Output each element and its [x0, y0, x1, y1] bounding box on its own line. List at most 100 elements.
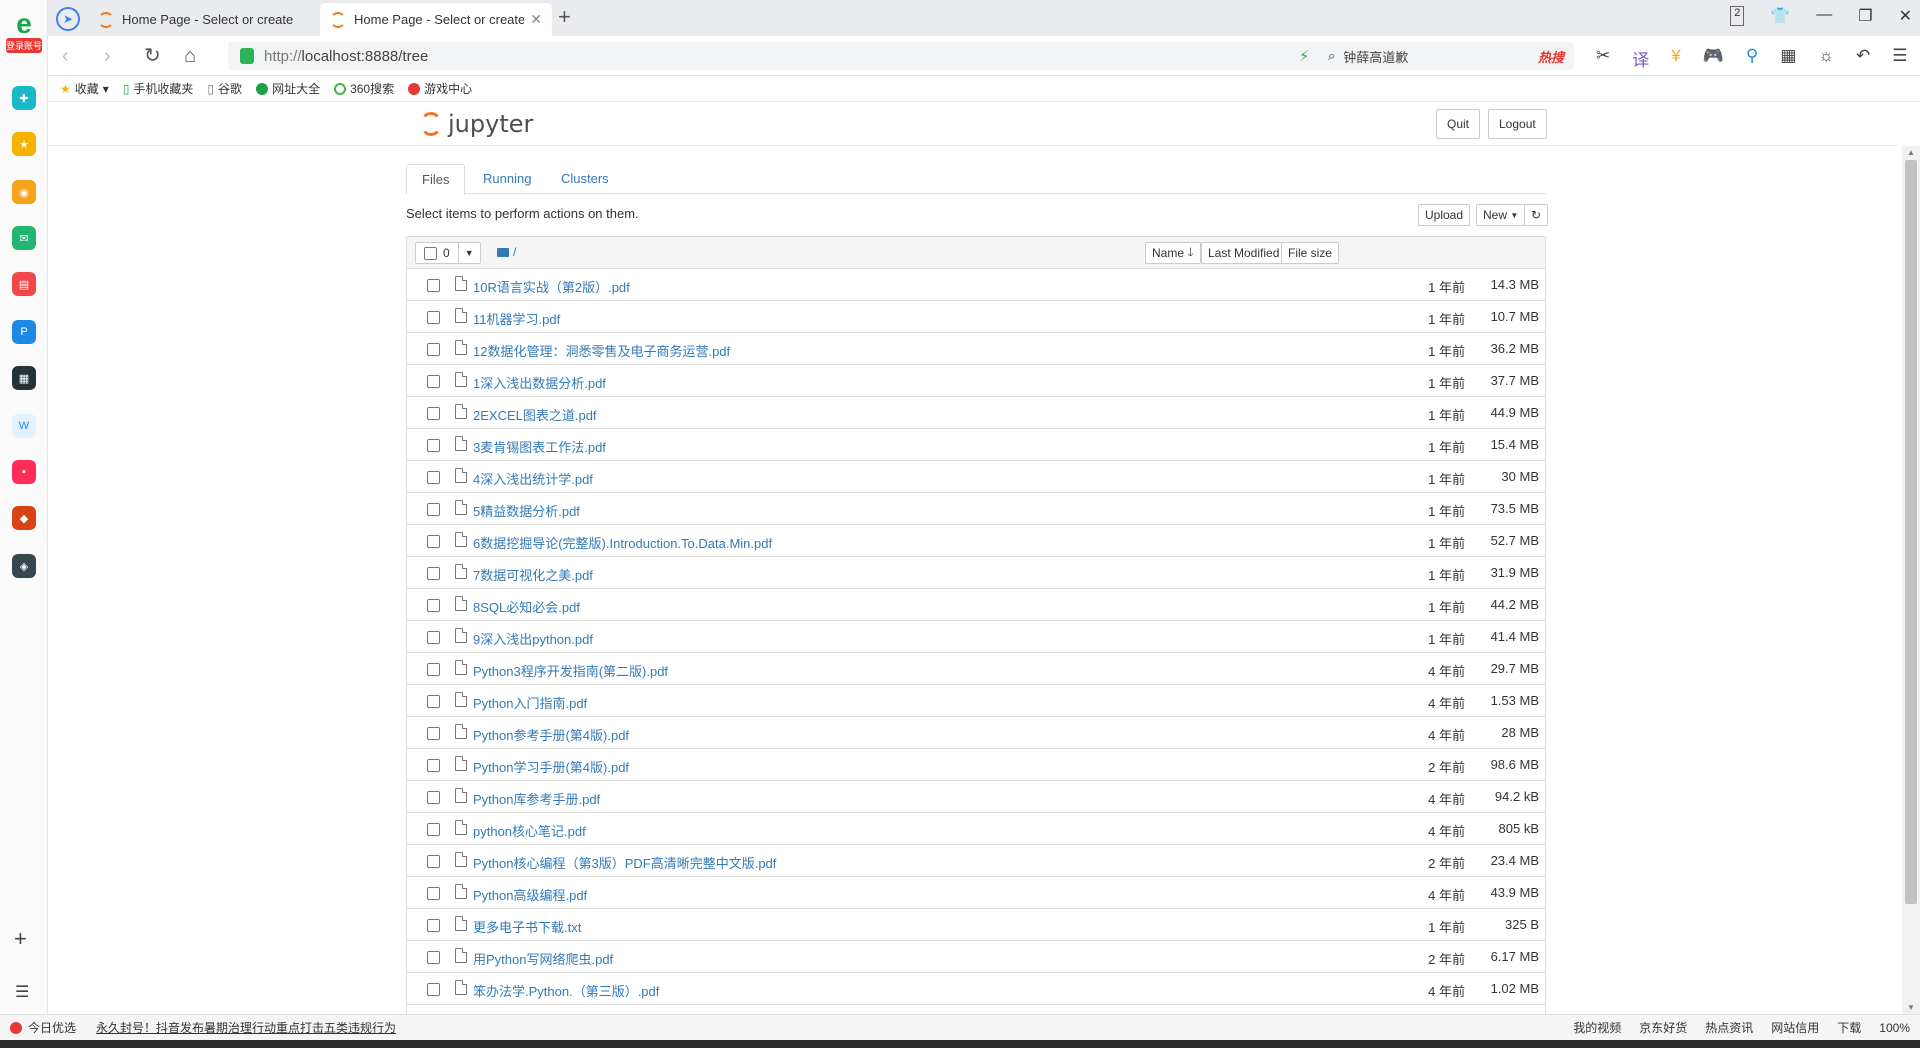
- breadcrumb[interactable]: /: [497, 245, 516, 259]
- search-input[interactable]: ⌕ 钟薛高道歉 热搜: [1318, 42, 1574, 70]
- file-checkbox[interactable]: [427, 663, 440, 676]
- menu-icon[interactable]: ☰: [1892, 46, 1907, 71]
- file-name-link[interactable]: 8SQL必知必会.pdf: [473, 597, 580, 616]
- select-all-checkbox[interactable]: 0: [416, 243, 459, 263]
- forward-icon[interactable]: ›: [104, 46, 111, 66]
- url-input[interactable]: http:// localhost:8888/tree ⚡ ⌄: [228, 42, 1344, 70]
- file-checkbox[interactable]: [427, 535, 440, 548]
- login-tag[interactable]: 登录账号: [6, 38, 42, 53]
- file-checkbox[interactable]: [427, 407, 440, 420]
- file-row[interactable]: 3麦肯锡图表工作法.pdf 1 年前 15.4 MB: [407, 429, 1545, 461]
- file-row[interactable]: 2EXCEL图表之道.pdf 1 年前 44.9 MB: [407, 397, 1545, 429]
- close-window-icon[interactable]: ✕: [1899, 6, 1912, 26]
- brightness-icon[interactable]: ☼: [1818, 46, 1834, 71]
- file-row[interactable]: Python高级编程.pdf 4 年前 43.9 MB: [407, 877, 1545, 909]
- tab-files[interactable]: Files: [406, 164, 466, 195]
- page-scrollbar[interactable]: ▲ ▼: [1902, 146, 1920, 1014]
- file-name-link[interactable]: 更多电子书下载.txt: [473, 917, 581, 936]
- file-name-link[interactable]: Python3程序开发指南(第二版).pdf: [473, 661, 668, 680]
- bookmark-games[interactable]: 游戏中心: [408, 80, 472, 97]
- file-name-link[interactable]: 2EXCEL图表之道.pdf: [473, 405, 597, 424]
- file-name-link[interactable]: Python学习手册(第4版).pdf: [473, 757, 629, 776]
- sort-name-button[interactable]: Name 🡓: [1145, 242, 1201, 264]
- tab-running[interactable]: Running: [468, 164, 546, 194]
- pdf-app-icon[interactable]: P: [12, 320, 36, 344]
- status-my-videos[interactable]: 我的视频: [1573, 1019, 1621, 1036]
- file-name-link[interactable]: 6数据挖掘导论(完整版).Introduction.To.Data.Min.pd…: [473, 533, 772, 552]
- file-checkbox[interactable]: [427, 791, 440, 804]
- file-name-link[interactable]: Python库参考手册.pdf: [473, 789, 600, 808]
- bookmark-sites[interactable]: 网址大全: [256, 80, 320, 97]
- file-row[interactable]: 用Python写网络爬虫.pdf 2 年前 6.17 MB: [407, 941, 1545, 973]
- file-checkbox[interactable]: [427, 887, 440, 900]
- file-checkbox[interactable]: [427, 343, 440, 356]
- tab-clusters[interactable]: Clusters: [546, 164, 624, 194]
- file-name-link[interactable]: 11机器学习.pdf: [473, 309, 560, 328]
- scroll-up-icon[interactable]: ▲: [1907, 148, 1915, 157]
- quit-button[interactable]: Quit: [1436, 109, 1481, 139]
- grid-icon[interactable]: ▦: [1780, 46, 1796, 71]
- bookmark-mobile[interactable]: ▯ 手机收藏夹: [123, 80, 194, 97]
- file-row[interactable]: 5精益数据分析.pdf 1 年前 73.5 MB: [407, 493, 1545, 525]
- file-checkbox[interactable]: [427, 439, 440, 452]
- file-checkbox[interactable]: [427, 599, 440, 612]
- bookmark-google[interactable]: ▯ 谷歌: [207, 80, 242, 97]
- file-row[interactable]: 6数据挖掘导论(完整版).Introduction.To.Data.Min.pd…: [407, 525, 1545, 557]
- breadcrumb-root[interactable]: /: [513, 245, 516, 259]
- file-row[interactable]: 1深入浅出数据分析.pdf 1 年前 37.7 MB: [407, 365, 1545, 397]
- file-row[interactable]: 4深入浅出统计学.pdf 1 年前 30 MB: [407, 461, 1545, 493]
- file-checkbox[interactable]: [427, 311, 440, 324]
- file-name-link[interactable]: Python高级编程.pdf: [473, 885, 587, 904]
- file-row[interactable]: 7数据可视化之美.pdf 1 年前 31.9 MB: [407, 557, 1545, 589]
- scissors-icon[interactable]: ✂: [1596, 46, 1610, 71]
- word-doc-icon[interactable]: W: [12, 414, 36, 438]
- file-name-link[interactable]: 3麦肯锡图表工作法.pdf: [473, 437, 606, 456]
- file-checkbox[interactable]: [427, 983, 440, 996]
- file-name-link[interactable]: 笨办法学.Python.（第三版）.pdf: [473, 981, 659, 1000]
- reading-app-icon[interactable]: ▦: [12, 366, 36, 390]
- file-row[interactable]: Python参考手册(第4版).pdf 4 年前 28 MB: [407, 717, 1545, 749]
- coin-icon[interactable]: ¥: [1671, 46, 1680, 71]
- undo-icon[interactable]: ↶: [1856, 46, 1870, 71]
- today-picks[interactable]: 今日优选: [10, 1019, 76, 1036]
- file-row[interactable]: Python学习手册(第4版).pdf 2 年前 98.6 MB: [407, 749, 1545, 781]
- file-name-link[interactable]: 9深入浅出python.pdf: [473, 629, 593, 648]
- status-site-credit[interactable]: 网站信用: [1771, 1019, 1819, 1036]
- lightning-icon[interactable]: ⚡: [1299, 47, 1310, 65]
- bookmark-360search[interactable]: 360搜索: [334, 80, 394, 97]
- file-name-link[interactable]: Python参考手册(第4版).pdf: [473, 725, 629, 744]
- file-row[interactable]: Python入门指南.pdf 4 年前 1.53 MB: [407, 685, 1545, 717]
- bookmark-favorites[interactable]: ★ 收藏 ▾: [60, 80, 109, 97]
- file-checkbox[interactable]: [427, 919, 440, 932]
- file-name-link[interactable]: Python核心编程（第3版）PDF高清晰完整中文版.pdf: [473, 853, 776, 872]
- file-name-link[interactable]: 5精益数据分析.pdf: [473, 501, 580, 520]
- file-row[interactable]: 9深入浅出python.pdf 1 年前 41.4 MB: [407, 621, 1545, 653]
- select-dropdown-icon[interactable]: ▼: [459, 248, 480, 258]
- browser-tab-2[interactable]: Home Page - Select or create ✕: [320, 3, 552, 36]
- translate-icon[interactable]: 译: [1632, 46, 1649, 71]
- close-tab-icon[interactable]: ✕: [530, 11, 542, 28]
- file-row[interactable]: Python3程序开发指南(第二版).pdf 4 年前 29.7 MB: [407, 653, 1545, 685]
- file-row[interactable]: 8SQL必知必会.pdf 1 年前 44.2 MB: [407, 589, 1545, 621]
- redbook-app-icon[interactable]: ▪: [12, 460, 36, 484]
- new-tab-icon[interactable]: +: [558, 6, 571, 28]
- status-jd-goods[interactable]: 京东好货: [1639, 1019, 1687, 1036]
- status-hot-news[interactable]: 热点资讯: [1705, 1019, 1753, 1036]
- reload-icon[interactable]: ↻: [144, 46, 161, 66]
- file-name-link[interactable]: 7数据可视化之美.pdf: [473, 565, 593, 584]
- file-checkbox[interactable]: [427, 855, 440, 868]
- file-row[interactable]: 12数据化管理：洞悉零售及电子商务运营.pdf 1 年前 36.2 MB: [407, 333, 1545, 365]
- file-checkbox[interactable]: [427, 279, 440, 292]
- file-row[interactable]: 11机器学习.pdf 1 年前 10.7 MB: [407, 301, 1545, 333]
- new-button[interactable]: New ▼: [1476, 204, 1526, 226]
- logout-button[interactable]: Logout: [1488, 109, 1547, 139]
- navigate-icon[interactable]: ➤: [56, 7, 80, 31]
- sidebar-app-icon-1[interactable]: ✚: [12, 86, 36, 110]
- file-checkbox[interactable]: [427, 503, 440, 516]
- jupyter-logo[interactable]: jupyter: [420, 110, 533, 138]
- file-checkbox[interactable]: [427, 375, 440, 388]
- file-row[interactable]: 更多电子书下载.txt 1 年前 325 B: [407, 909, 1545, 941]
- news-icon[interactable]: ▤: [12, 272, 36, 296]
- home-icon[interactable]: ⌂: [184, 46, 196, 66]
- file-checkbox[interactable]: [427, 631, 440, 644]
